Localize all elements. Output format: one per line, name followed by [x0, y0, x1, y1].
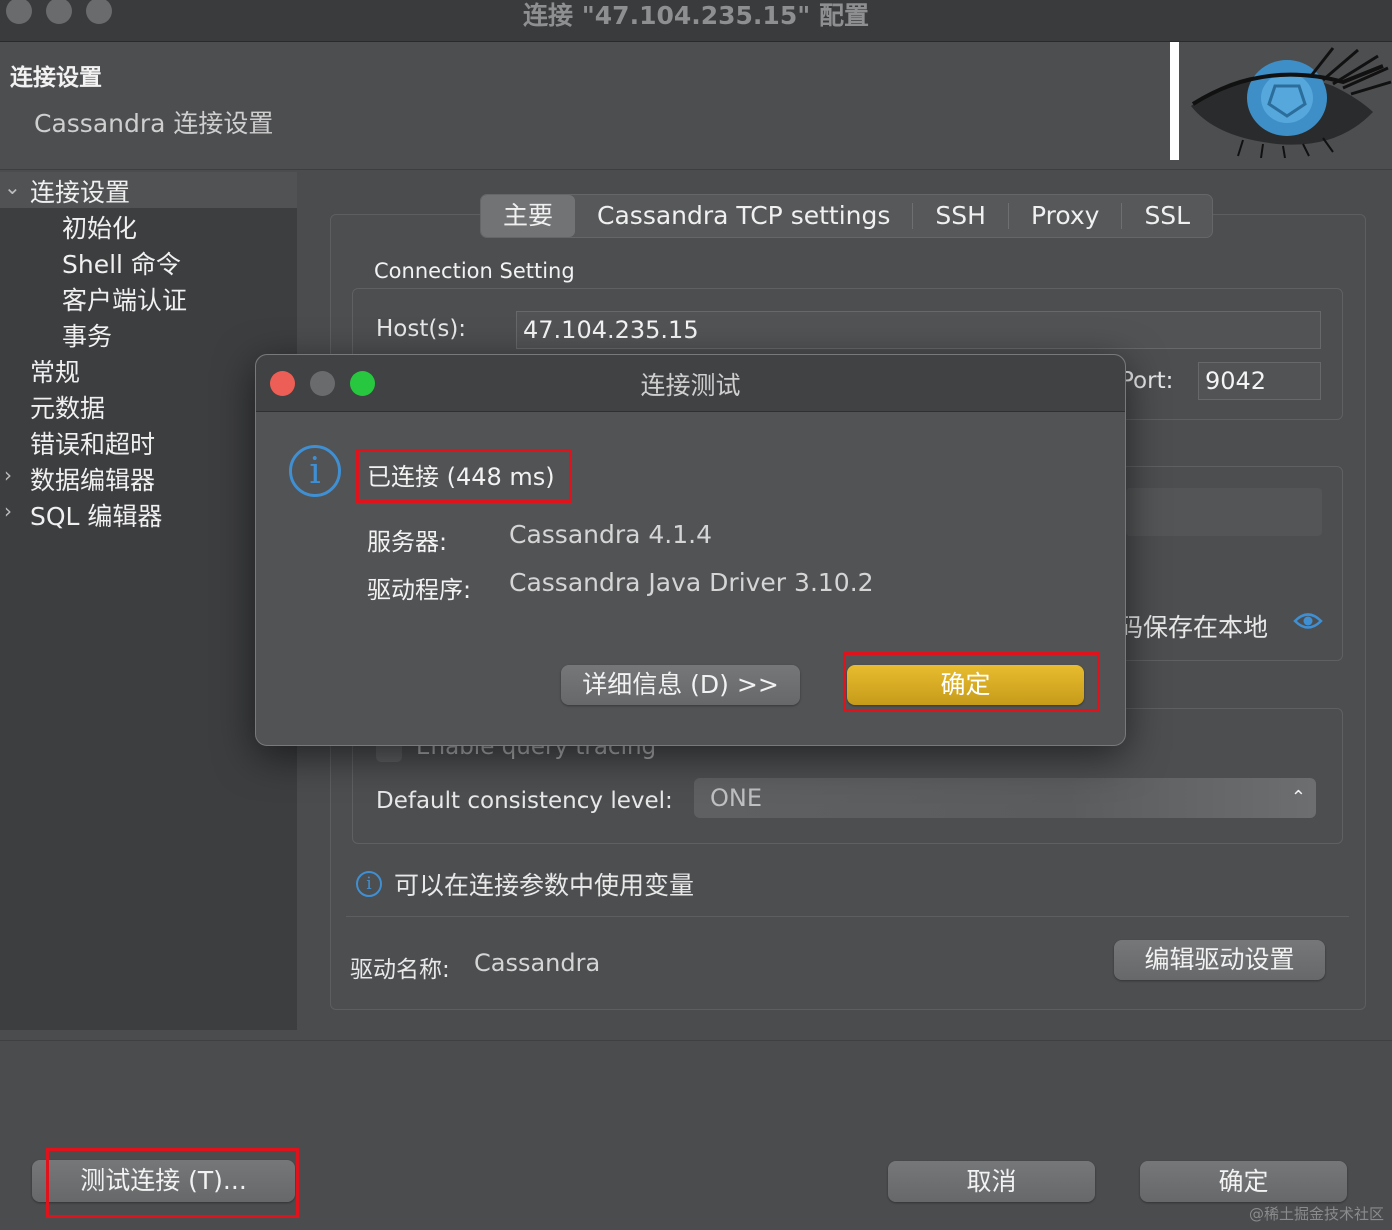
info-icon: i [289, 445, 341, 497]
port-input[interactable]: 9042 [1198, 362, 1321, 400]
highlight-box [46, 1148, 299, 1218]
chevron-right-icon[interactable]: › [4, 463, 12, 487]
chevron-updown-icon: ⌃ [1290, 787, 1306, 808]
cassandra-eye-logo [1191, 47, 1392, 158]
server-value: Cassandra 4.1.4 [509, 520, 713, 549]
sidebar-item-general[interactable]: 常规 [30, 353, 80, 389]
driver-name-value: Cassandra [474, 949, 601, 977]
sidebar-item-errors-timeouts[interactable]: 错误和超时 [30, 425, 155, 461]
port-label: Port: [1120, 368, 1174, 394]
page-title: 连接设置 [10, 65, 102, 91]
server-label: 服务器: [367, 528, 448, 556]
connection-setting-label: Connection Setting [374, 259, 575, 283]
sidebar-item-transactions[interactable]: 事务 [62, 317, 112, 353]
host-label: Host(s): [376, 316, 467, 342]
tab-ssl[interactable]: SSL [1122, 195, 1212, 237]
host-input[interactable]: 47.104.235.15 [516, 311, 1321, 349]
page-subtitle: Cassandra 连接设置 [34, 109, 274, 138]
driver-name-label: 驱动名称: [350, 957, 450, 983]
consistency-level-select[interactable]: ONE ⌃ [694, 778, 1316, 818]
save-password-local-label: 码保存在本地 [1118, 613, 1269, 642]
ok-button[interactable]: 确定 [1140, 1161, 1347, 1202]
dialog-titlebar: 连接测试 [256, 355, 1125, 412]
window-title: 连接 "47.104.235.15" 配置 [523, 1, 869, 30]
highlight-box [356, 449, 572, 503]
auth-field[interactable] [1126, 488, 1322, 536]
tab-proxy[interactable]: Proxy [1009, 195, 1121, 237]
window-titlebar: 连接 "47.104.235.15" 配置 [0, 0, 1392, 42]
settings-tabs: 主要 Cassandra TCP settings SSH Proxy SSL [480, 194, 1214, 238]
watermark: @稀土掘金技术社区 [1248, 1205, 1384, 1223]
sidebar-item-metadata[interactable]: 元数据 [30, 389, 105, 425]
driver-value: Cassandra Java Driver 3.10.2 [509, 568, 874, 597]
header-divider [1170, 42, 1179, 160]
chevron-down-icon[interactable]: ⌄ [4, 175, 21, 199]
eye-icon[interactable] [1293, 610, 1323, 632]
highlight-box [843, 652, 1100, 712]
driver-label: 驱动程序: [367, 576, 472, 604]
footer-divider [0, 1040, 1392, 1041]
consistency-level-label: Default consistency level: [376, 788, 673, 814]
sidebar-item-shell-commands[interactable]: Shell 命令 [62, 245, 181, 281]
info-icon: i [356, 871, 382, 897]
variables-note: 可以在连接参数中使用变量 [394, 871, 695, 900]
tab-main[interactable]: 主要 [481, 195, 576, 237]
sidebar-item-client-auth[interactable]: 客户端认证 [62, 281, 187, 317]
connection-test-dialog: 连接测试 i 已连接 (448 ms) 服务器: Cassandra 4.1.4… [255, 354, 1126, 746]
tab-ssh[interactable]: SSH [913, 195, 1008, 237]
sidebar-item-connection-settings[interactable]: ⌄ 连接设置 [0, 172, 297, 208]
settings-header: 连接设置 Cassandra 连接设置 [0, 42, 1392, 170]
settings-sidebar: ⌄ 连接设置 初始化 Shell 命令 客户端认证 事务 常规 元数据 错误和超… [0, 172, 297, 1030]
tab-cassandra-tcp[interactable]: Cassandra TCP settings [575, 195, 912, 237]
edit-driver-settings-button[interactable]: 编辑驱动设置 [1114, 940, 1325, 980]
cancel-button[interactable]: 取消 [888, 1161, 1095, 1202]
dialog-title: 连接测试 [640, 371, 741, 400]
details-button[interactable]: 详细信息 (D) >> [561, 665, 800, 705]
sidebar-item-init[interactable]: 初始化 [62, 209, 137, 245]
chevron-right-icon[interactable]: › [4, 499, 12, 523]
divider [346, 916, 1349, 917]
